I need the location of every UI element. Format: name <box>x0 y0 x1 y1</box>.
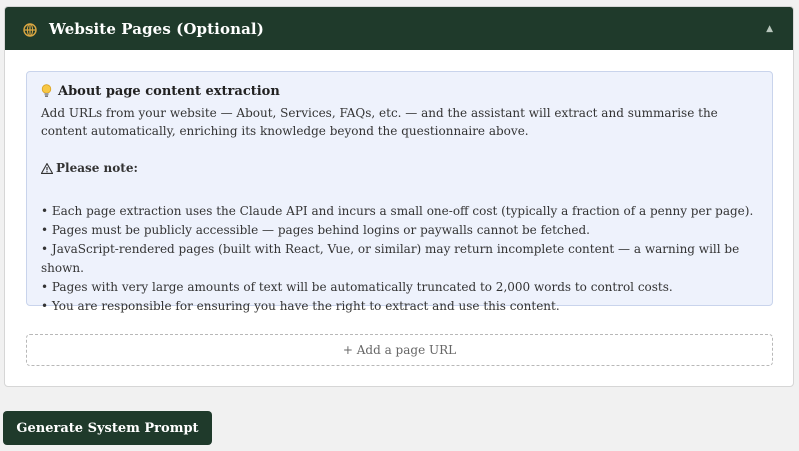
info-title: About page content extraction <box>58 83 280 99</box>
list-item: • Pages must be publicly accessible — pa… <box>41 223 590 237</box>
generate-system-prompt-button[interactable]: Generate System Prompt <box>3 411 212 445</box>
warning-icon <box>40 161 54 174</box>
chevron-up-icon[interactable]: ▲ <box>766 24 773 34</box>
lightbulb-icon <box>41 84 52 98</box>
list-item: • Each page extraction uses the Claude A… <box>41 204 754 218</box>
website-pages-panel: Website Pages (Optional) ▲ About page co… <box>4 6 794 387</box>
notes-list: • Each page extraction uses the Claude A… <box>41 202 758 316</box>
list-item: • JavaScript-rendered pages (built with … <box>41 242 740 275</box>
extraction-info-box: About page content extraction Add URLs f… <box>26 71 773 313</box>
list-item: • Pages with very large amounts of text … <box>41 280 673 294</box>
add-page-url-label: + Add a page URL <box>342 343 457 357</box>
info-description: Add URLs from your website — About, Serv… <box>41 106 718 138</box>
panel-title: Website Pages (Optional) <box>49 19 264 38</box>
add-page-url-button[interactable]: + Add a page URL <box>26 334 773 366</box>
info-title-row: About page content extraction <box>41 82 758 100</box>
list-item: • You are responsible for ensuring you h… <box>41 299 560 313</box>
panel-header[interactable]: Website Pages (Optional) ▲ <box>5 7 793 50</box>
globe-icon <box>23 22 37 37</box>
note-heading: Please note: <box>56 161 138 175</box>
note-heading-row: Please note: <box>40 160 758 176</box>
